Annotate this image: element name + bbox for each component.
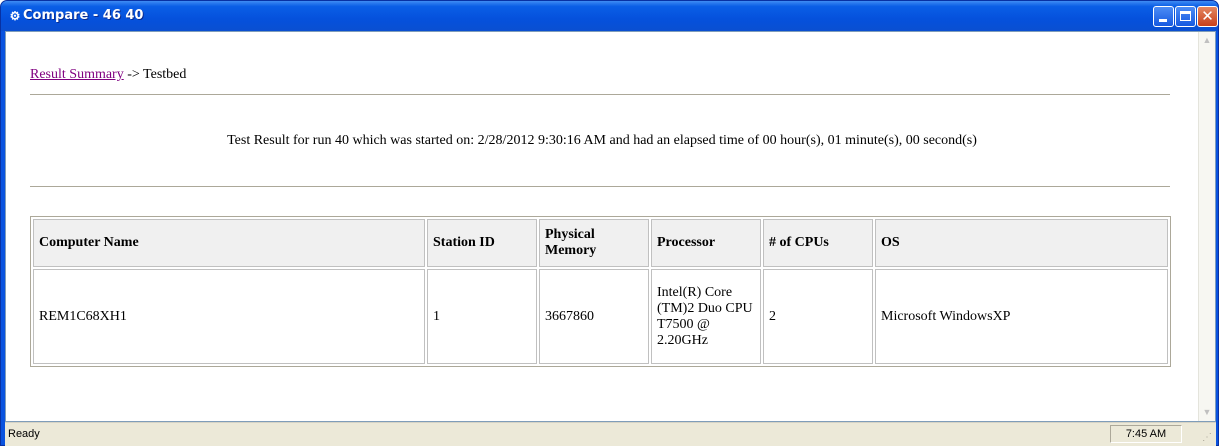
- maximize-button[interactable]: [1175, 6, 1196, 27]
- column-header-physical-memory: Physical Memory: [539, 219, 649, 267]
- cell-computer-name: REM1C68XH1: [33, 269, 425, 364]
- column-header-os: OS: [875, 219, 1168, 267]
- table-header-row: Computer Name Station ID Physical Memory…: [33, 219, 1168, 267]
- breadcrumb: Result Summary -> Testbed: [30, 67, 186, 83]
- resize-grip-icon[interactable]: ⋰: [1202, 432, 1214, 444]
- column-header-computer-name: Computer Name: [33, 219, 425, 267]
- status-bar: Ready 7:45 AM ⋰: [5, 422, 1216, 446]
- cell-cpu-count: 2: [763, 269, 873, 364]
- cell-station-id: 1: [427, 269, 537, 364]
- window-title: Compare - 46 40: [23, 8, 144, 23]
- title-bar[interactable]: ⚙ Compare - 46 40 ✕: [1, 1, 1218, 31]
- divider: [30, 94, 1170, 96]
- minimize-button[interactable]: [1153, 6, 1174, 27]
- status-text: Ready: [8, 428, 40, 440]
- page-content: Result Summary -> Testbed Test Result fo…: [6, 32, 1198, 421]
- status-clock: 7:45 AM: [1110, 425, 1182, 443]
- cell-os: Microsoft WindowsXP: [875, 269, 1168, 364]
- column-header-processor: Processor: [651, 219, 761, 267]
- run-summary-text: Test Result for run 40 which was started…: [227, 133, 977, 148]
- cell-physical-memory: 3667860: [539, 269, 649, 364]
- close-button[interactable]: ✕: [1197, 6, 1218, 27]
- breadcrumb-link-result-summary[interactable]: Result Summary: [30, 67, 124, 82]
- scroll-down-arrow-icon[interactable]: ▼: [1199, 404, 1215, 421]
- maximize-icon: [1180, 11, 1191, 21]
- cell-processor: Intel(R) Core (TM)2 Duo CPU T7500 @ 2.20…: [651, 269, 761, 364]
- scroll-up-arrow-icon[interactable]: ▲: [1199, 32, 1215, 49]
- testbed-table: Computer Name Station ID Physical Memory…: [30, 216, 1171, 367]
- app-window: ⚙ Compare - 46 40 ✕ Result Summary -> Te…: [0, 0, 1219, 446]
- document-pane: Result Summary -> Testbed Test Result fo…: [5, 31, 1216, 422]
- breadcrumb-current: -> Testbed: [123, 67, 187, 82]
- vertical-scrollbar[interactable]: ▲ ▼: [1198, 32, 1215, 421]
- close-icon: ✕: [1201, 7, 1214, 25]
- divider: [30, 186, 1170, 188]
- app-icon[interactable]: ⚙: [7, 8, 23, 24]
- column-header-station-id: Station ID: [427, 219, 537, 267]
- minimize-icon: [1159, 19, 1167, 22]
- column-header-cpu-count: # of CPUs: [763, 219, 873, 267]
- table-row: REM1C68XH1 1 3667860 Intel(R) Core (TM)2…: [33, 269, 1168, 364]
